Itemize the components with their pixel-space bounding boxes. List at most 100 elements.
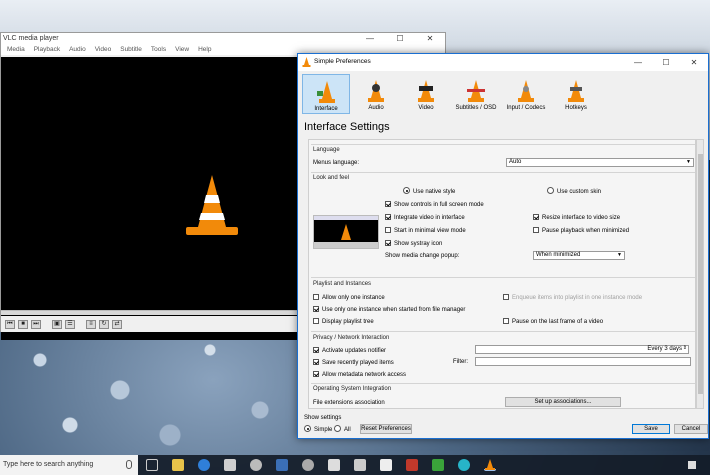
resize-interface-checkbox[interactable]: Resize interface to video size bbox=[533, 214, 620, 221]
minimal-view-label: Start in minimal view mode bbox=[394, 228, 466, 234]
save-button[interactable]: Save bbox=[632, 424, 670, 434]
category-audio[interactable]: Audio bbox=[352, 74, 400, 114]
subtitles-icon bbox=[467, 80, 485, 102]
vlc-taskbar-icon[interactable] bbox=[484, 459, 496, 471]
systray-checkbox[interactable]: Show systray icon bbox=[385, 240, 442, 247]
category-video-label: Video bbox=[418, 105, 434, 111]
menus-language-dropdown[interactable]: Auto ▼ bbox=[506, 158, 694, 167]
show-controls-checkbox[interactable]: Show controls in full screen mode bbox=[385, 201, 484, 208]
simple-radio[interactable]: Simple bbox=[304, 425, 332, 433]
vlc-cone-logo bbox=[186, 175, 238, 235]
file-ext-label: File extensions association bbox=[313, 400, 385, 406]
video-editor-icon[interactable] bbox=[328, 459, 340, 471]
native-style-radio[interactable]: Use native style bbox=[403, 187, 455, 195]
minimize-button[interactable]: — bbox=[355, 33, 385, 45]
menu-help[interactable]: Help bbox=[198, 45, 211, 55]
next-icon[interactable]: ⏭ bbox=[31, 319, 41, 329]
menu-playback[interactable]: Playback bbox=[34, 45, 60, 55]
wallpaper-waterdrops bbox=[0, 330, 310, 455]
pause-minimized-checkbox[interactable]: Pause playback when minimized bbox=[533, 227, 629, 234]
maximize-button[interactable]: ☐ bbox=[385, 33, 415, 45]
setup-associations-button[interactable]: Set up associations... bbox=[505, 397, 621, 407]
mail-icon[interactable] bbox=[276, 459, 288, 471]
category-interface[interactable]: Interface bbox=[302, 74, 350, 114]
close-button[interactable]: ✕ bbox=[415, 33, 445, 45]
menus-language-label: Menus language: bbox=[313, 160, 360, 166]
pause-last-frame-checkbox[interactable]: Pause on the last frame of a video bbox=[503, 318, 603, 325]
integrate-video-checkbox[interactable]: Integrate video in interface bbox=[385, 214, 465, 221]
one-instance-checkbox[interactable]: Allow only one instance bbox=[313, 294, 385, 301]
filter-input[interactable] bbox=[475, 357, 691, 366]
prefs-close-button[interactable]: ✕ bbox=[680, 54, 708, 71]
file-manager-instance-checkbox[interactable]: Use only one instance when started from … bbox=[313, 306, 465, 313]
vlc-titlebar[interactable]: VLC media player — ☐ ✕ bbox=[1, 33, 445, 45]
reset-preferences-button[interactable]: Reset Preferences bbox=[360, 424, 412, 434]
media-app-icon[interactable] bbox=[406, 459, 418, 471]
menus-language-value: Auto bbox=[509, 159, 522, 165]
file-explorer-icon[interactable] bbox=[172, 459, 184, 471]
menu-audio[interactable]: Audio bbox=[69, 45, 86, 55]
pause-minimized-label: Pause playback when minimized bbox=[542, 228, 630, 234]
edge-browser-icon[interactable] bbox=[198, 459, 210, 471]
group-look-title: Look and feel bbox=[313, 175, 350, 181]
group-language: Language Menus language: Auto ▼ bbox=[311, 144, 695, 170]
minimal-view-checkbox[interactable]: Start in minimal view mode bbox=[385, 227, 466, 234]
skin-preview-image bbox=[313, 215, 379, 249]
settings-panel: Language Menus language: Auto ▼ Look and… bbox=[308, 139, 696, 409]
vlc-window-title: VLC media player bbox=[3, 35, 59, 42]
shuffle-icon[interactable]: ⇄ bbox=[112, 319, 122, 329]
category-hotkeys-label: Hotkeys bbox=[565, 105, 587, 111]
menu-video[interactable]: Video bbox=[95, 45, 112, 55]
fullscreen-icon[interactable]: ▣ bbox=[52, 319, 62, 329]
store-icon[interactable] bbox=[224, 459, 236, 471]
cancel-button[interactable]: Cancel bbox=[674, 424, 708, 434]
menu-view[interactable]: View bbox=[175, 45, 189, 55]
media-popup-dropdown[interactable]: When minimized ▼ bbox=[533, 251, 625, 260]
metadata-access-checkbox[interactable]: Allow metadata network access bbox=[313, 371, 406, 378]
hotkeys-icon bbox=[568, 80, 584, 102]
search-placeholder: Type here to search anything bbox=[3, 461, 94, 468]
recent-items-checkbox[interactable]: Save recently played items bbox=[313, 359, 394, 366]
taskbar-search-box[interactable]: Type here to search anything bbox=[0, 455, 138, 475]
extended-settings-icon[interactable]: ☰ bbox=[65, 319, 75, 329]
stop-icon[interactable]: ■ bbox=[18, 319, 28, 329]
notepad-icon[interactable] bbox=[380, 459, 392, 471]
chevron-down-icon: ▼ bbox=[617, 252, 622, 258]
skype-icon[interactable] bbox=[458, 459, 470, 471]
previous-icon[interactable]: ⏮ bbox=[5, 319, 15, 329]
prefs-minimize-button[interactable]: — bbox=[624, 54, 652, 71]
category-video[interactable]: Video bbox=[402, 74, 450, 114]
microphone-icon[interactable] bbox=[126, 460, 132, 469]
spin-arrows-icon: ⇕ bbox=[682, 345, 687, 351]
loop-icon[interactable]: ↻ bbox=[99, 319, 109, 329]
menu-media[interactable]: Media bbox=[7, 45, 25, 55]
playlist-tree-checkbox[interactable]: Display playlist tree bbox=[313, 318, 374, 325]
enqueue-checkbox[interactable]: Enqueue items into playlist in one insta… bbox=[503, 294, 642, 301]
settings-scrollbar[interactable] bbox=[696, 139, 704, 409]
playlist-tree-label: Display playlist tree bbox=[322, 319, 374, 325]
category-hotkeys[interactable]: Hotkeys bbox=[552, 74, 600, 114]
group-privacy-title: Privacy / Network Interaction bbox=[313, 335, 390, 341]
notification-icon[interactable] bbox=[688, 461, 696, 469]
vlc-small-icon bbox=[302, 57, 311, 67]
category-input-codecs[interactable]: Input / Codecs bbox=[502, 74, 550, 114]
task-view-icon[interactable] bbox=[146, 459, 158, 471]
paint-icon[interactable] bbox=[354, 459, 366, 471]
group-playlist: Playlist and Instances Allow only one in… bbox=[311, 277, 695, 329]
scrollbar-thumb[interactable] bbox=[698, 154, 703, 394]
spreadsheet-icon[interactable] bbox=[432, 459, 444, 471]
all-label: All bbox=[344, 427, 351, 433]
prefs-window-title: Simple Preferences bbox=[314, 58, 371, 65]
prefs-maximize-button[interactable]: ☐ bbox=[652, 54, 680, 71]
settings-gear-icon[interactable] bbox=[250, 459, 262, 471]
camera-icon[interactable] bbox=[302, 459, 314, 471]
updates-interval-spinbox[interactable]: Every 3 days ⇕ bbox=[475, 345, 689, 354]
menu-tools[interactable]: Tools bbox=[151, 45, 166, 55]
prefs-titlebar[interactable]: Simple Preferences — ☐ ✕ bbox=[298, 54, 708, 71]
updates-notifier-checkbox[interactable]: Activate updates notifier bbox=[313, 347, 386, 354]
menu-subtitle[interactable]: Subtitle bbox=[120, 45, 142, 55]
category-subtitles[interactable]: Subtitles / OSD bbox=[452, 74, 500, 114]
custom-skin-radio[interactable]: Use custom skin bbox=[547, 187, 601, 195]
all-radio[interactable]: All bbox=[334, 425, 351, 433]
playlist-icon[interactable]: ≡ bbox=[86, 319, 96, 329]
